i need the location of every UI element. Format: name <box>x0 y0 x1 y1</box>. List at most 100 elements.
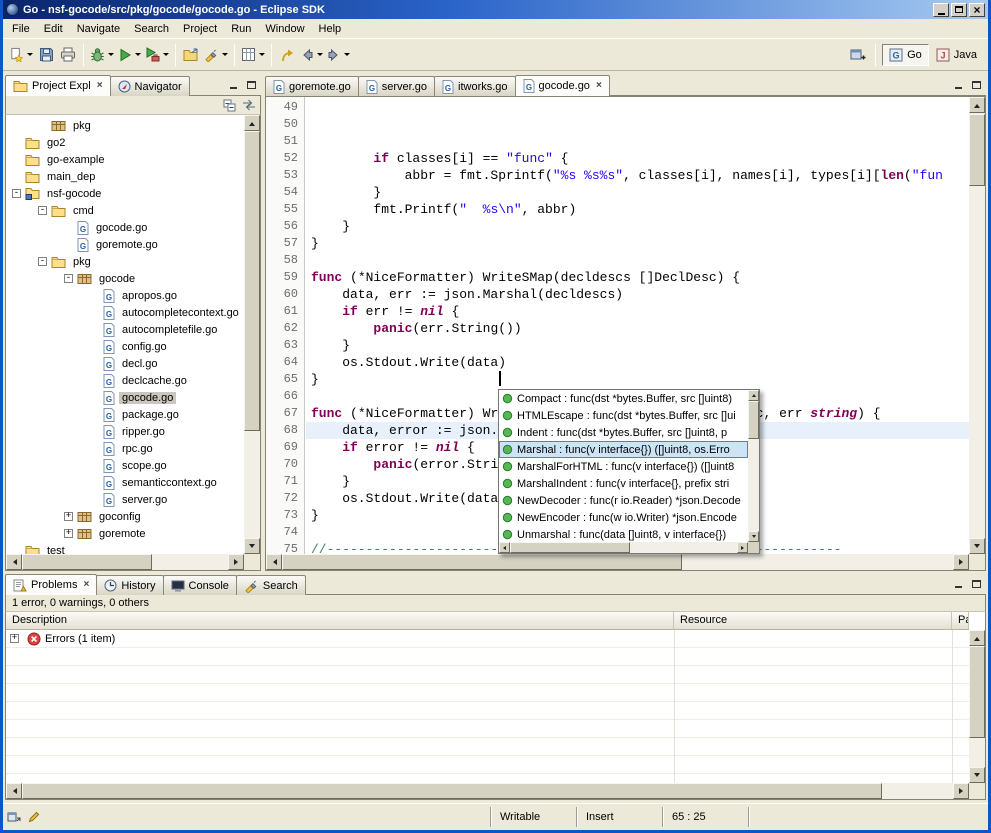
tree-item-test[interactable]: test <box>6 542 244 554</box>
view-tab-project-expl[interactable]: Project Expl× <box>5 75 111 96</box>
scroll-up-button[interactable] <box>969 97 985 113</box>
tree-item-semanticcontext.go[interactable]: Gsemanticcontext.go <box>6 474 244 491</box>
perspective-java-button[interactable]: JJava <box>929 44 984 66</box>
editor-tab-itworks.go[interactable]: Gitworks.go <box>434 76 516 96</box>
scroll-left-button[interactable] <box>6 783 22 799</box>
tree-item-autocompletecontext.go[interactable]: Gautocompletecontext.go <box>6 304 244 321</box>
row-expander-icon[interactable]: + <box>10 634 19 643</box>
autocomplete-item[interactable]: HTMLEscape : func(dst *bytes.Buffer, src… <box>499 407 748 424</box>
tree-item-gocode.go[interactable]: Ggocode.go <box>6 389 244 406</box>
debug-dropdown-icon[interactable] <box>108 53 114 56</box>
autocomplete-item[interactable]: MarshalForHTML : func(v interface{}) ([]… <box>499 458 748 475</box>
tree-item-goremote.go[interactable]: Ggoremote.go <box>6 236 244 253</box>
menu-help[interactable]: Help <box>312 21 349 37</box>
view-tab-problems[interactable]: Problems× <box>5 574 97 595</box>
editor-tab-gocode.go[interactable]: Ggocode.go× <box>515 75 610 96</box>
close-button[interactable]: × <box>969 3 985 17</box>
scroll-thumb[interactable] <box>22 783 882 799</box>
tree-item-nsf-gocode[interactable]: -nsf-gocode <box>6 185 244 202</box>
tree-item-pkg[interactable]: pkg <box>6 117 244 134</box>
scroll-thumb[interactable] <box>22 554 152 570</box>
autocomplete-item[interactable]: Marshal : func(v interface{}) ([]uint8, … <box>499 441 748 458</box>
tree-item-apropos.go[interactable]: Gapropos.go <box>6 287 244 304</box>
scroll-thumb[interactable] <box>244 131 260 431</box>
search-button[interactable] <box>202 43 230 67</box>
scroll-down-button[interactable] <box>244 538 260 554</box>
editor-vertical-scrollbar[interactable] <box>969 97 985 554</box>
tree-expander-icon[interactable]: - <box>12 189 21 198</box>
maximize-problems-button[interactable] <box>968 576 984 591</box>
tree-item-gocode.go[interactable]: Ggocode.go <box>6 219 244 236</box>
column-header-path[interactable]: Path <box>952 612 969 629</box>
forward-dropdown-icon[interactable] <box>344 53 350 56</box>
maximize-view-button[interactable] <box>243 77 259 92</box>
tree-horizontal-scrollbar[interactable] <box>6 554 244 570</box>
tree-item-server.go[interactable]: Gserver.go <box>6 491 244 508</box>
back-button[interactable] <box>298 43 325 67</box>
tree-item-gocode[interactable]: -gocode <box>6 270 244 287</box>
tree-expander-icon[interactable]: + <box>64 512 73 521</box>
tree-item-rpc.go[interactable]: Grpc.go <box>6 440 244 457</box>
tree-item-scope.go[interactable]: Gscope.go <box>6 457 244 474</box>
scroll-down-button[interactable] <box>748 531 759 542</box>
view-tab-search[interactable]: Search <box>236 575 306 595</box>
tree-item-declcache.go[interactable]: Gdeclcache.go <box>6 372 244 389</box>
menu-edit[interactable]: Edit <box>37 21 70 37</box>
autocomplete-item[interactable]: Compact : func(dst *bytes.Buffer, src []… <box>499 390 748 407</box>
view-tab-console[interactable]: Console <box>163 575 237 595</box>
minimize-button[interactable] <box>933 3 949 17</box>
tree-item-ripper.go[interactable]: Gripper.go <box>6 423 244 440</box>
perspective-go-button[interactable]: GGo <box>882 44 929 66</box>
annotation-button[interactable] <box>26 809 42 825</box>
tree-expander-icon[interactable]: + <box>64 529 73 538</box>
autocomplete-item[interactable]: MarshalIndent : func(v interface{}, pref… <box>499 475 748 492</box>
scroll-down-button[interactable] <box>969 538 985 554</box>
collapse-all-icon[interactable] <box>223 99 236 112</box>
menu-window[interactable]: Window <box>258 21 311 37</box>
autocomplete-item[interactable]: NewEncoder : func(w io.Writer) *json.Enc… <box>499 509 748 526</box>
print-button[interactable] <box>57 43 79 67</box>
minimize-view-button[interactable] <box>225 77 241 92</box>
fast-view-button[interactable] <box>6 809 22 825</box>
scroll-right-button[interactable] <box>953 783 969 799</box>
link-with-editor-icon[interactable] <box>242 99 256 111</box>
scroll-up-button[interactable] <box>748 390 759 401</box>
tree-item-package.go[interactable]: Gpackage.go <box>6 406 244 423</box>
new-java-element-dropdown-icon[interactable] <box>259 53 265 56</box>
tree-item-go2[interactable]: go2 <box>6 134 244 151</box>
code-editor[interactable]: 4950515253545556575859606162636465666768… <box>265 96 986 571</box>
scroll-right-button[interactable] <box>953 554 969 570</box>
view-tab-navigator[interactable]: Navigator <box>110 76 190 96</box>
menu-navigate[interactable]: Navigate <box>70 21 127 37</box>
close-tab-icon[interactable]: × <box>596 81 602 91</box>
scroll-left-button[interactable] <box>6 554 22 570</box>
scroll-left-button[interactable] <box>266 554 282 570</box>
last-edit-location-button[interactable] <box>276 43 298 67</box>
open-resource-button[interactable] <box>180 43 202 67</box>
popup-vertical-scrollbar[interactable] <box>748 390 759 542</box>
minimize-problems-button[interactable] <box>950 576 966 591</box>
close-tab-icon[interactable]: × <box>83 580 89 590</box>
scroll-thumb[interactable] <box>969 646 985 738</box>
run-dropdown-icon[interactable] <box>135 53 141 56</box>
tree-item-pkg[interactable]: -pkg <box>6 253 244 270</box>
menu-project[interactable]: Project <box>176 21 224 37</box>
autocomplete-item[interactable]: NewDecoder : func(r io.Reader) *json.Dec… <box>499 492 748 509</box>
autocomplete-item[interactable]: Unmarshal : func(data []uint8, v interfa… <box>499 526 748 542</box>
table-horizontal-scrollbar[interactable] <box>6 783 969 799</box>
tree-item-main-dep[interactable]: main_dep <box>6 168 244 185</box>
new-dropdown-icon[interactable] <box>27 53 33 56</box>
external-tools-button[interactable] <box>143 43 171 67</box>
scroll-thumb[interactable] <box>282 554 682 570</box>
editor-tab-goremote.go[interactable]: Ggoremote.go <box>265 76 359 96</box>
open-perspective-button[interactable] <box>847 43 869 67</box>
menu-file[interactable]: File <box>5 21 37 37</box>
close-tab-icon[interactable]: × <box>97 81 103 91</box>
tree-expander-icon[interactable]: - <box>38 257 47 266</box>
scroll-thumb[interactable] <box>510 542 630 553</box>
scroll-thumb[interactable] <box>969 114 985 186</box>
column-header-description[interactable]: Description <box>6 612 674 629</box>
scroll-up-button[interactable] <box>244 115 260 131</box>
tree-vertical-scrollbar[interactable] <box>244 115 260 554</box>
titlebar[interactable]: Go - nsf-gocode/src/pkg/gocode/gocode.go… <box>3 0 988 19</box>
